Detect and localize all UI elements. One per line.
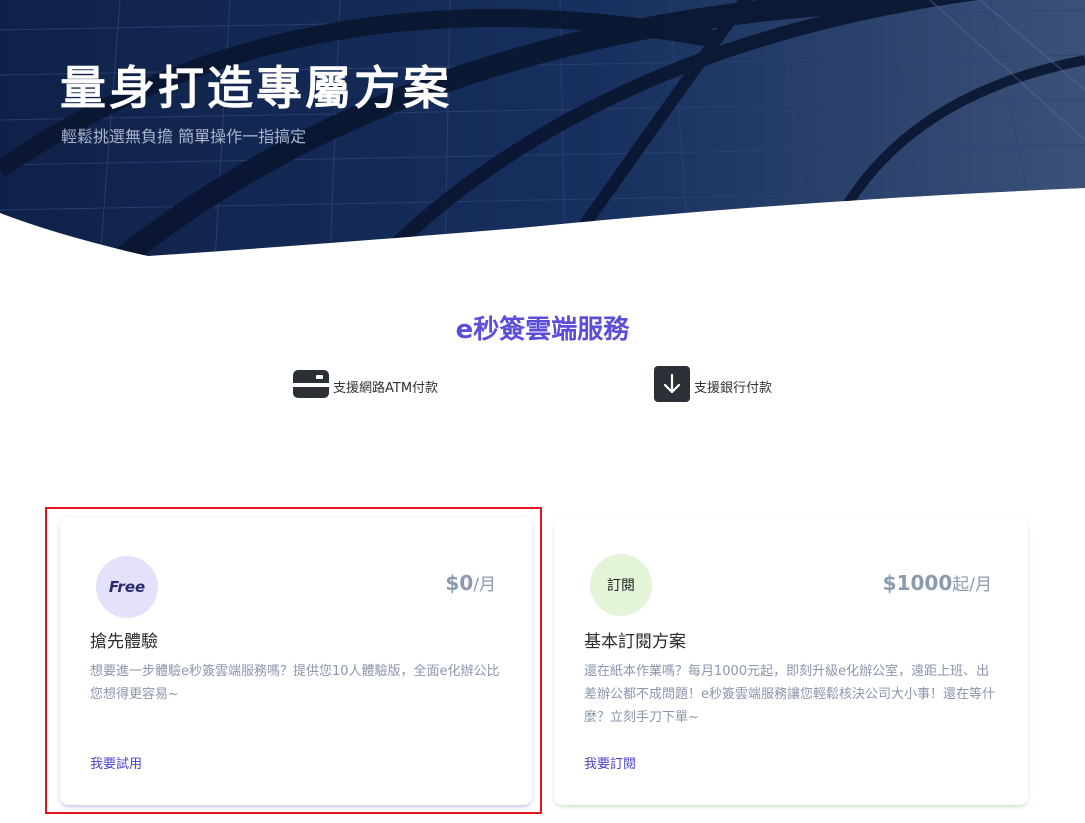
service-title: e秒簽雲端服務	[455, 315, 630, 345]
credit-card-icon	[293, 370, 329, 402]
plan-badge-subscription: 訂閱	[590, 554, 652, 616]
page-title: 量身打造專屬方案	[60, 61, 452, 115]
plan-badge-free: Free	[96, 556, 158, 618]
payment-atm: 支援網路ATM付款	[293, 368, 438, 404]
try-link[interactable]: 我要試用	[90, 756, 142, 774]
payment-bank-label: 支援銀行付款	[694, 380, 773, 396]
hero-banner: 量身打造專屬方案 輕鬆挑選無負擔 簡單操作一指搞定	[0, 0, 1085, 260]
download-arrow-icon	[654, 366, 690, 406]
page-subtitle: 輕鬆挑選無負擔 簡單操作一指搞定	[61, 127, 307, 146]
plan-description-subscription: 還在紙本作業嗎？每月1000元起，即刻升級e化辦公室，遠距上班、出差辦公都不成問…	[584, 664, 995, 725]
plan-name-subscription: 基本訂閱方案	[584, 632, 686, 652]
plan-price-subscription: $1000起/月	[882, 571, 992, 595]
payment-bank: 支援銀行付款	[654, 366, 773, 406]
plan-price-free: $0/月	[445, 571, 496, 595]
plan-description-free: 想要進一步體驗e秒簽雲端服務嗎？提供您10人體驗版，全面e化辦公比您想得更容易~	[90, 664, 500, 702]
plan-name-free: 搶先體驗	[90, 632, 158, 652]
subscribe-link[interactable]: 我要訂閱	[584, 756, 636, 774]
plan-card-free[interactable]: Free $0/月 搶先體驗 想要進一步體驗e秒簽雲端服務嗎？提供您10人體驗版…	[60, 518, 532, 805]
payment-atm-label: 支援網路ATM付款	[333, 380, 439, 396]
plan-card-subscription[interactable]: 訂閱 $1000起/月 基本訂閱方案 還在紙本作業嗎？每月1000元起，即刻升級…	[554, 518, 1028, 805]
